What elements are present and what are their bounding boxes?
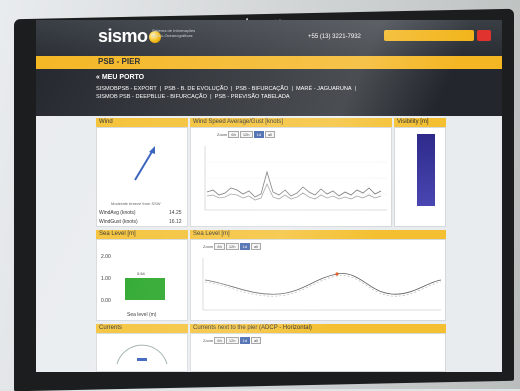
- nav-link-evolucao[interactable]: PSB - B. DE EVOLUÇÃO: [164, 86, 227, 92]
- nav-line-1: SISMOBPSB - EXPORT | PSB - B. DE EVOLUÇÃ…: [96, 86, 356, 92]
- zoom-tab-1d[interactable]: 1d: [253, 131, 264, 138]
- wind-avg-value: 14.25: [169, 210, 182, 216]
- sea-level-tick-top: 2.00: [101, 254, 111, 260]
- zoom-tab-12h[interactable]: 12h: [239, 131, 253, 138]
- wind-direction-arrow-icon: [134, 146, 155, 181]
- sea-level-plot: [202, 258, 442, 311]
- sea-level-panel: 2.00 1.00 0.00 0.64 Sea level (m): [96, 239, 188, 321]
- wind-zoom-tabs: Zoom 6h 12h 1d all: [217, 131, 276, 138]
- sea-level-tick-bottom: 0.00: [101, 298, 111, 304]
- wind-speed-chart-panel: Zoom 6h 12h 1d all: [190, 127, 392, 227]
- sea-level-footer: Sea level (m): [127, 312, 157, 318]
- zoom-tab-12h[interactable]: 12h: [225, 337, 239, 344]
- wind-avg-label: WindAvg (knots): [99, 210, 136, 216]
- zoom-tab-12h[interactable]: 12h: [225, 243, 239, 250]
- sea-level-bar: [125, 278, 165, 300]
- nav-link-mare[interactable]: MARÉ - JAGUARUNA: [296, 86, 351, 92]
- zoom-tab-6h[interactable]: 6h: [214, 337, 225, 344]
- wind-speed-header: Wind Speed Average/Gust [knots]: [190, 118, 392, 127]
- sea-level-value: 0.64: [137, 271, 145, 276]
- zoom-tab-1d[interactable]: 1d: [239, 337, 250, 344]
- location-bar: PSB - PIER: [36, 56, 502, 69]
- sea-level-header: Sea Level [m]: [96, 230, 188, 239]
- sea-level-chart-panel: Zoom 6h 12h 1d all: [190, 239, 446, 321]
- sea-level-marker: [335, 272, 339, 276]
- currents-panel: [96, 333, 188, 372]
- currents-chart-panel: Zoom 6h 12h 1d all: [190, 333, 446, 372]
- zoom-tab-6h[interactable]: 6h: [214, 243, 225, 250]
- zoom-tab-6h[interactable]: 6h: [228, 131, 239, 138]
- wind-caption: Moderate breeze from SSW: [111, 201, 161, 206]
- zoom-tab-all[interactable]: all: [250, 243, 261, 250]
- nav-link-previsao[interactable]: PSB - PREVISÃO TABELADA: [215, 94, 290, 100]
- nav-link-deepblue[interactable]: SISMOB PSB - DEEPBLUE - BIFURCAÇÃO: [96, 94, 207, 100]
- nav-line-2: SISMOB PSB - DEEPBLUE - BIFURCAÇÃO | PSB…: [96, 94, 290, 100]
- visibility-header: Visibility [m]: [394, 118, 446, 127]
- currents-header: Currents: [96, 324, 188, 333]
- currents-gauge: [116, 344, 168, 365]
- zoom-tab-all[interactable]: all: [264, 131, 275, 138]
- visibility-panel: [394, 127, 446, 227]
- nav-link-export[interactable]: SISMOBPSB - EXPORT: [96, 86, 157, 92]
- nav-meu-porto[interactable]: « MEU PORTO: [96, 74, 144, 81]
- visibility-bar: [417, 134, 435, 206]
- zoom-tab-1d[interactable]: 1d: [239, 243, 250, 250]
- wind-gust-value: 16.12: [169, 219, 182, 225]
- currents-zoom-tabs: Zoom 6h 12h 1d all: [203, 337, 262, 344]
- app-screen: sismo Sistema de Informações Meteo-Ocean…: [36, 20, 502, 372]
- app-header: sismo Sistema de Informações Meteo-Ocean…: [36, 20, 502, 56]
- phone-number: +55 (13) 3221-7932: [308, 34, 361, 40]
- sea-level-tick-mid: 1.00: [101, 276, 111, 282]
- wind-panel: Moderate breeze from SSW WindAvg (knots)…: [96, 127, 188, 227]
- location-title: PSB - PIER: [98, 57, 141, 66]
- nav-link-bifurcacao[interactable]: PSB - BIFURCAÇÃO: [236, 86, 289, 92]
- zoom-tab-all[interactable]: all: [250, 337, 261, 344]
- sea-level-chart-header: Sea Level [m]: [190, 230, 446, 239]
- header-action-button[interactable]: [384, 30, 474, 41]
- sea-level-zoom-tabs: Zoom 6h 12h 1d all: [203, 243, 262, 250]
- main-nav: « MEU PORTO SISMOBPSB - EXPORT | PSB - B…: [36, 69, 502, 116]
- app-tagline: Sistema de Informações Meteo-Oceanográfi…: [152, 28, 196, 38]
- currents-chart-header: Currents next to the pier (ADCP - Horizo…: [190, 324, 446, 333]
- wind-speed-plot: [204, 146, 387, 211]
- dashboard-content: Wind Moderate breeze from SSW WindAvg (k…: [36, 116, 502, 372]
- wind-panel-header: Wind: [96, 118, 188, 127]
- wind-gust-label: WindGust (knots): [99, 219, 138, 225]
- header-close-button[interactable]: [477, 30, 491, 41]
